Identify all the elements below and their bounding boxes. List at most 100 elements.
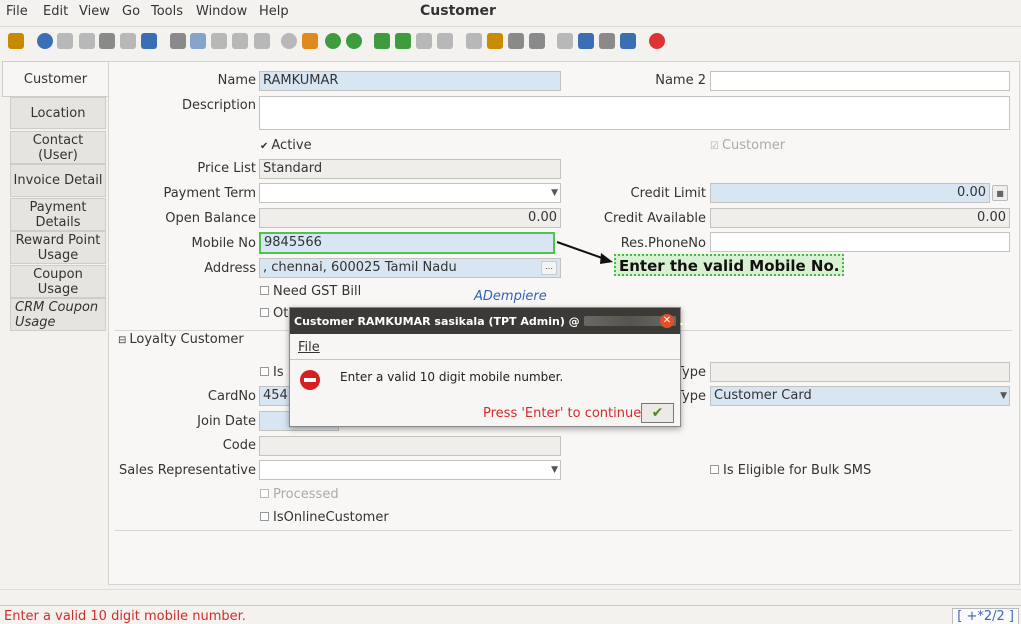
address-label: Address — [204, 261, 256, 276]
menu-tools[interactable]: Tools — [151, 4, 183, 19]
credit-limit-field[interactable]: 0.00 — [710, 183, 990, 203]
code-field[interactable] — [259, 436, 561, 456]
loyalty-section-title: Loyalty Customer — [129, 332, 244, 347]
mobile-no-field[interactable]: 9845566 — [259, 232, 555, 254]
other-label: Ot — [273, 306, 289, 321]
report-icon[interactable] — [466, 33, 482, 49]
attachment-icon[interactable] — [211, 33, 227, 49]
print-preview-icon[interactable] — [508, 33, 524, 49]
first-record-icon[interactable] — [374, 33, 390, 49]
menubar: File Edit View Go Tools Window Help Cust… — [0, 0, 1021, 24]
need-gst-checkbox[interactable]: Need GST Bill — [260, 284, 361, 299]
previous-record-icon[interactable] — [395, 33, 411, 49]
error-icon — [300, 370, 320, 390]
customer-label: Customer — [721, 138, 786, 153]
zoom-across-icon[interactable] — [557, 33, 573, 49]
annotation-arrow — [556, 241, 613, 264]
archive-icon[interactable] — [487, 33, 503, 49]
sales-rep-label: Sales Representative — [119, 463, 256, 478]
ok-button[interactable]: ✔ — [641, 403, 674, 423]
dialog-menu-file[interactable]: File — [298, 340, 320, 355]
find-icon[interactable] — [190, 33, 206, 49]
code-label: Code — [222, 438, 256, 453]
tab-location[interactable]: Location — [10, 97, 106, 129]
tab-crm-coupon-usage[interactable]: CRM Coupon Usage — [10, 298, 106, 331]
history-icon[interactable] — [281, 33, 297, 49]
tab-label: Location — [30, 105, 86, 121]
online-customer-checkbox[interactable]: IsOnlineCustomer — [260, 510, 389, 525]
bulk-sms-checkbox[interactable]: Is Eligible for Bulk SMS — [710, 463, 871, 478]
home-icon[interactable] — [302, 33, 318, 49]
undo-icon[interactable] — [8, 33, 24, 49]
check-icon: ✔ — [260, 141, 269, 152]
close-window-icon[interactable] — [649, 33, 665, 49]
close-icon[interactable]: ✕ — [660, 314, 674, 328]
menu-help[interactable]: Help — [259, 4, 289, 19]
tab-label: Invoice Detail — [13, 173, 103, 188]
window-title: Customer — [420, 3, 496, 19]
copy-record-icon[interactable] — [79, 33, 95, 49]
dialog-separator — [290, 359, 680, 360]
save-icon[interactable] — [141, 33, 157, 49]
dialog-hint: Press 'Enter' to continue — [483, 406, 642, 421]
processed-checkbox: Processed — [260, 487, 339, 502]
next-record-icon[interactable] — [416, 33, 432, 49]
price-list-field[interactable]: Standard — [259, 159, 561, 179]
checkbox-box — [260, 286, 269, 295]
active-checkbox[interactable]: ✔ Active — [260, 138, 312, 153]
sales-rep-select[interactable]: ▼ — [259, 460, 561, 480]
help-icon[interactable] — [37, 33, 53, 49]
menu-window[interactable]: Window — [196, 4, 247, 19]
address-field[interactable]: , chennai, 600025 Tamil Nadu ⋯ — [259, 258, 561, 278]
tab-invoice-detail[interactable]: Invoice Detail — [10, 164, 106, 197]
parent-record-icon[interactable] — [325, 33, 341, 49]
menu-view[interactable]: View — [79, 4, 110, 19]
menu-edit[interactable]: Edit — [43, 4, 68, 19]
grid-toggle-icon[interactable] — [254, 33, 270, 49]
price-list-label: Price List — [197, 161, 256, 176]
checkbox-box — [710, 465, 719, 474]
payment-term-select[interactable]: ▼ — [259, 183, 561, 203]
dialog-titlebar[interactable]: Customer RAMKUMAR sasikala (TPT Admin) @… — [290, 308, 688, 334]
type-field — [710, 362, 1010, 382]
card-type-select[interactable]: Customer Card ▼ — [710, 386, 1010, 406]
workflow-icon[interactable] — [578, 33, 594, 49]
payment-term-label: Payment Term — [163, 186, 256, 201]
credit-available-label: Credit Available — [603, 211, 706, 226]
is-checkbox[interactable]: Is — [260, 365, 284, 380]
checkbox-box — [260, 367, 269, 376]
tab-contact-user[interactable]: Contact (User) — [10, 131, 106, 164]
loyalty-section-header[interactable]: ⊟ Loyalty Customer — [118, 332, 244, 347]
menu-file[interactable]: File — [6, 4, 28, 19]
need-gst-label: Need GST Bill — [273, 284, 362, 299]
chat-icon[interactable] — [232, 33, 248, 49]
card-type-value: Customer Card — [714, 388, 812, 403]
print-icon[interactable] — [529, 33, 545, 49]
menu-go[interactable]: Go — [122, 4, 140, 19]
tab-reward-point-usage[interactable]: Reward Point Usage — [10, 231, 106, 264]
res-phone-field[interactable] — [710, 232, 1010, 252]
record-indicator[interactable]: [ +*2/2 ] — [952, 608, 1019, 624]
delete-selection-icon[interactable] — [120, 33, 136, 49]
other-checkbox[interactable]: Ot — [260, 306, 288, 321]
last-record-icon[interactable] — [437, 33, 453, 49]
new-record-icon[interactable] — [57, 33, 73, 49]
refresh-icon[interactable] — [170, 33, 186, 49]
calculator-icon[interactable]: ■ — [992, 185, 1008, 201]
product-info-icon[interactable] — [599, 33, 615, 49]
tab-coupon-usage[interactable]: Coupon Usage — [10, 265, 106, 298]
tab-payment-details[interactable]: Payment Details — [10, 198, 106, 231]
adempiere-logo: ADempiere — [474, 289, 547, 304]
collapse-icon: ⊟ — [118, 335, 127, 346]
name2-field[interactable] — [710, 71, 1010, 91]
tab-customer[interactable]: Customer — [2, 61, 108, 97]
credit-limit-label: Credit Limit — [630, 186, 706, 201]
section-divider — [115, 530, 1012, 531]
detail-record-icon[interactable] — [346, 33, 362, 49]
dialog-message: Enter a valid 10 digit mobile number. — [340, 370, 564, 384]
name-field[interactable]: RAMKUMAR — [259, 71, 561, 91]
description-field[interactable] — [259, 96, 1010, 130]
process-icon[interactable] — [620, 33, 636, 49]
checkmark-icon: ✔ — [651, 405, 664, 421]
delete-icon[interactable] — [99, 33, 115, 49]
